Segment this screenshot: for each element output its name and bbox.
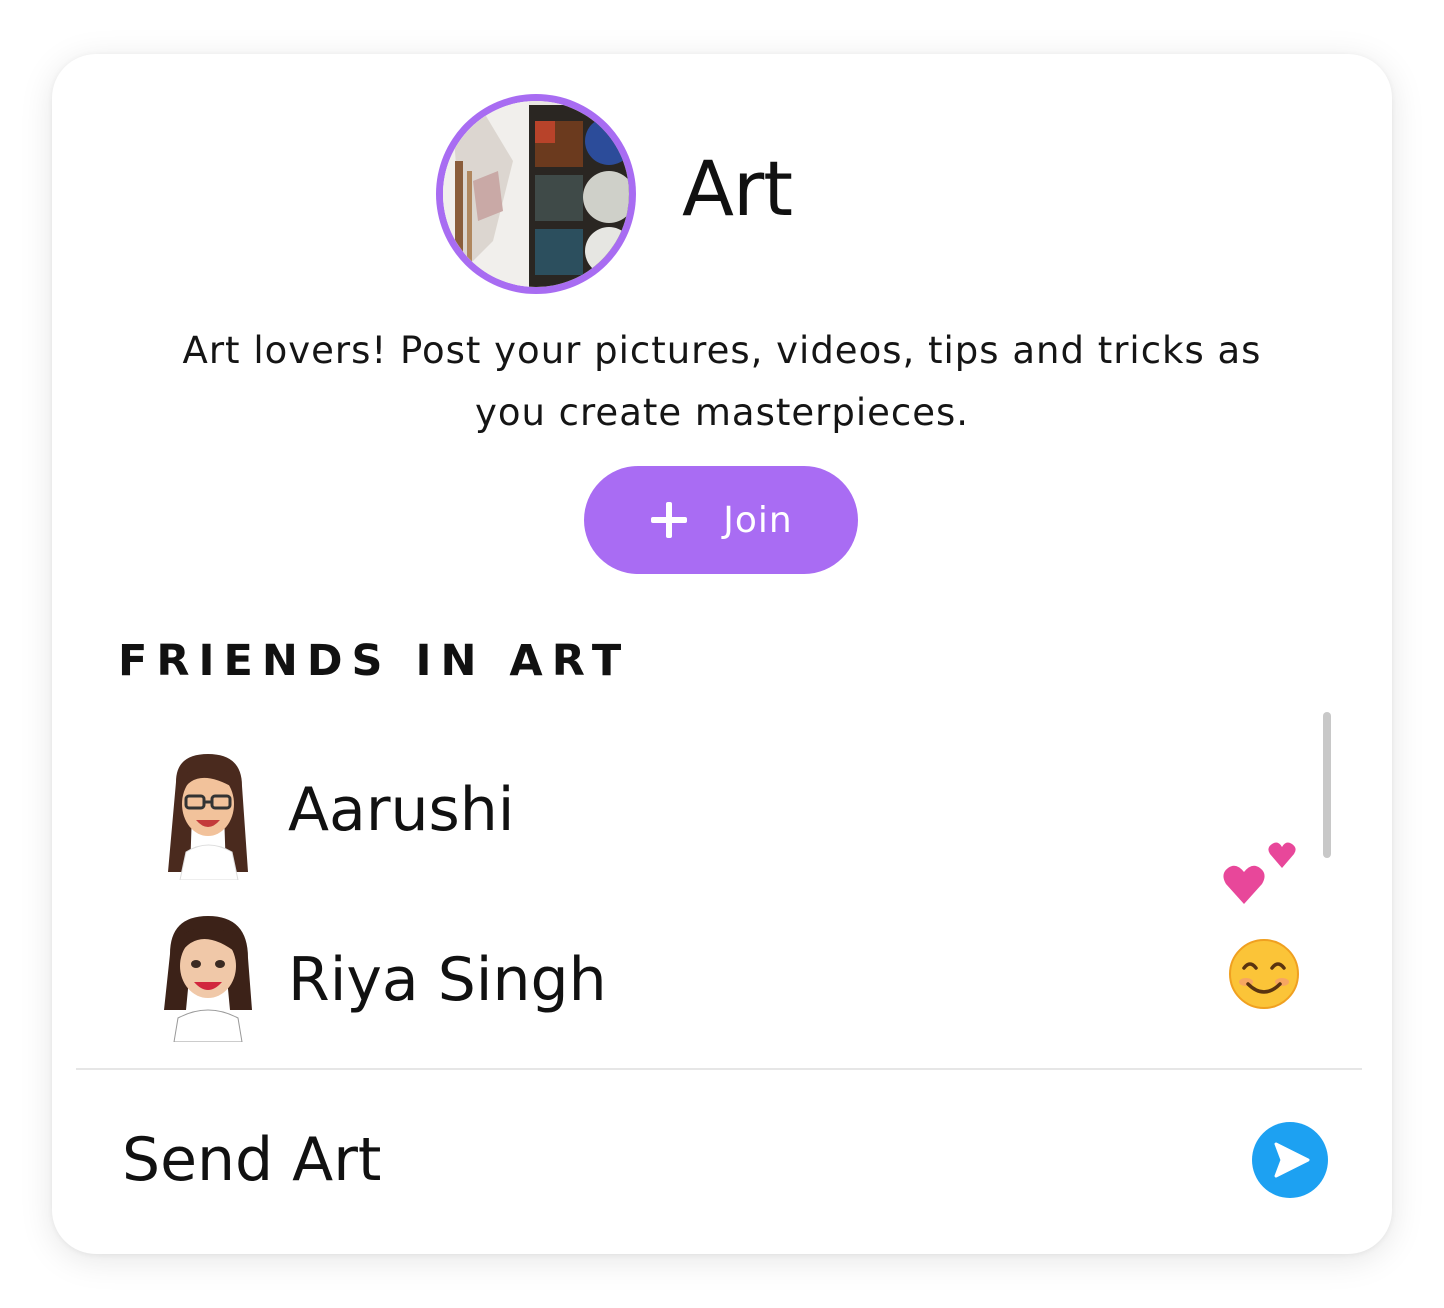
group-title: Art bbox=[682, 144, 793, 233]
friend-name: Riya Singh bbox=[288, 945, 607, 1015]
plus-icon bbox=[651, 502, 688, 538]
smiling-face-icon bbox=[1229, 939, 1299, 1009]
friend-row-riya-singh[interactable]: Riya Singh bbox=[52, 914, 1322, 1064]
friend-row-aarushi[interactable]: Aarushi bbox=[52, 752, 1322, 904]
two-hearts-icon bbox=[1223, 842, 1296, 904]
send-label: Send Art bbox=[122, 1125, 382, 1195]
scrollbar[interactable] bbox=[1323, 712, 1331, 858]
divider bbox=[76, 1068, 1362, 1070]
send-arrow-icon[interactable] bbox=[1252, 1122, 1328, 1198]
friend-list[interactable]: Aarushi Riya Singh bbox=[52, 714, 1392, 1044]
group-card: Art Art lovers! Post your pictures, vide… bbox=[52, 54, 1392, 1254]
group-avatar[interactable] bbox=[436, 94, 636, 294]
bitmoji-avatar bbox=[164, 916, 252, 1042]
group-header: Art bbox=[436, 94, 1036, 294]
send-row[interactable]: Send Art bbox=[52, 1084, 1392, 1244]
bitmoji-avatar bbox=[168, 754, 248, 880]
friends-section-title: FRIENDS IN ART bbox=[118, 636, 631, 686]
join-button[interactable]: Join bbox=[584, 466, 858, 574]
group-description: Art lovers! Post your pictures, videos, … bbox=[182, 329, 1262, 434]
join-label: Join bbox=[723, 499, 793, 541]
paint-palette-image bbox=[443, 101, 629, 287]
friend-name: Aarushi bbox=[288, 775, 515, 845]
